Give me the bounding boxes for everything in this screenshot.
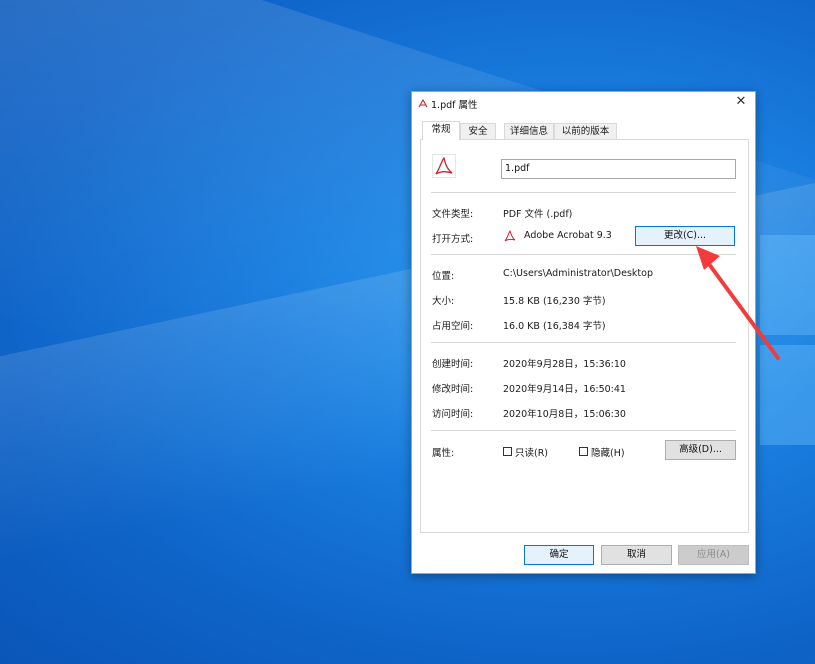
cancel-button[interactable]: 取消 (601, 545, 672, 565)
hidden-label[interactable]: 隐藏(H) (591, 445, 625, 459)
divider (431, 192, 736, 193)
modified-value: 2020年9月14日，16:50:41 (503, 384, 626, 395)
tab-previous-versions[interactable]: 以前的版本 (554, 123, 617, 139)
attributes-label: 属性: (432, 448, 455, 459)
file-type-value: PDF 文件 (.pdf) (503, 209, 573, 220)
created-label: 创建时间: (432, 359, 474, 370)
pdf-file-icon (432, 154, 456, 178)
file-type-label: 文件类型: (432, 209, 474, 220)
close-button[interactable]: ✕ (733, 94, 749, 110)
readonly-checkbox[interactable] (503, 447, 512, 456)
title-bar[interactable]: 1.pdf 属性 ✕ (412, 92, 755, 114)
ok-button[interactable]: 确定 (524, 545, 594, 565)
accessed-value: 2020年10月8日，15:06:30 (503, 409, 626, 420)
advanced-button[interactable]: 高级(D)... (665, 440, 736, 460)
size-on-disk-label: 占用空间: (432, 321, 474, 332)
hidden-checkbox[interactable] (579, 447, 588, 456)
modified-label: 修改时间: (432, 384, 474, 395)
open-with-value: Adobe Acrobat 9.3 (524, 230, 612, 241)
size-label: 大小: (432, 296, 455, 307)
created-value: 2020年9月28日，15:36:10 (503, 359, 626, 370)
tab-strip: 常规 安全 详细信息 以前的版本 (420, 121, 747, 140)
divider (431, 430, 736, 431)
file-name-input[interactable]: 1.pdf (501, 159, 736, 179)
tab-details[interactable]: 详细信息 (504, 123, 554, 139)
size-value: 15.8 KB (16,230 字节) (503, 296, 606, 307)
pdf-icon (418, 98, 428, 108)
red-arrow-icon (696, 246, 780, 360)
acrobat-icon (504, 230, 516, 242)
location-value: C:\Users\Administrator\Desktop (503, 268, 653, 279)
readonly-label[interactable]: 只读(R) (515, 445, 548, 459)
window-title: 1.pdf 属性 (431, 100, 478, 111)
location-label: 位置: (432, 271, 455, 282)
open-with-label: 打开方式: (432, 234, 474, 245)
size-on-disk-value: 16.0 KB (16,384 字节) (503, 321, 606, 332)
accessed-label: 访问时间: (432, 409, 474, 420)
tab-general[interactable]: 常规 (422, 121, 460, 140)
apply-button[interactable]: 应用(A) (678, 545, 749, 565)
tab-security[interactable]: 安全 (460, 123, 496, 139)
